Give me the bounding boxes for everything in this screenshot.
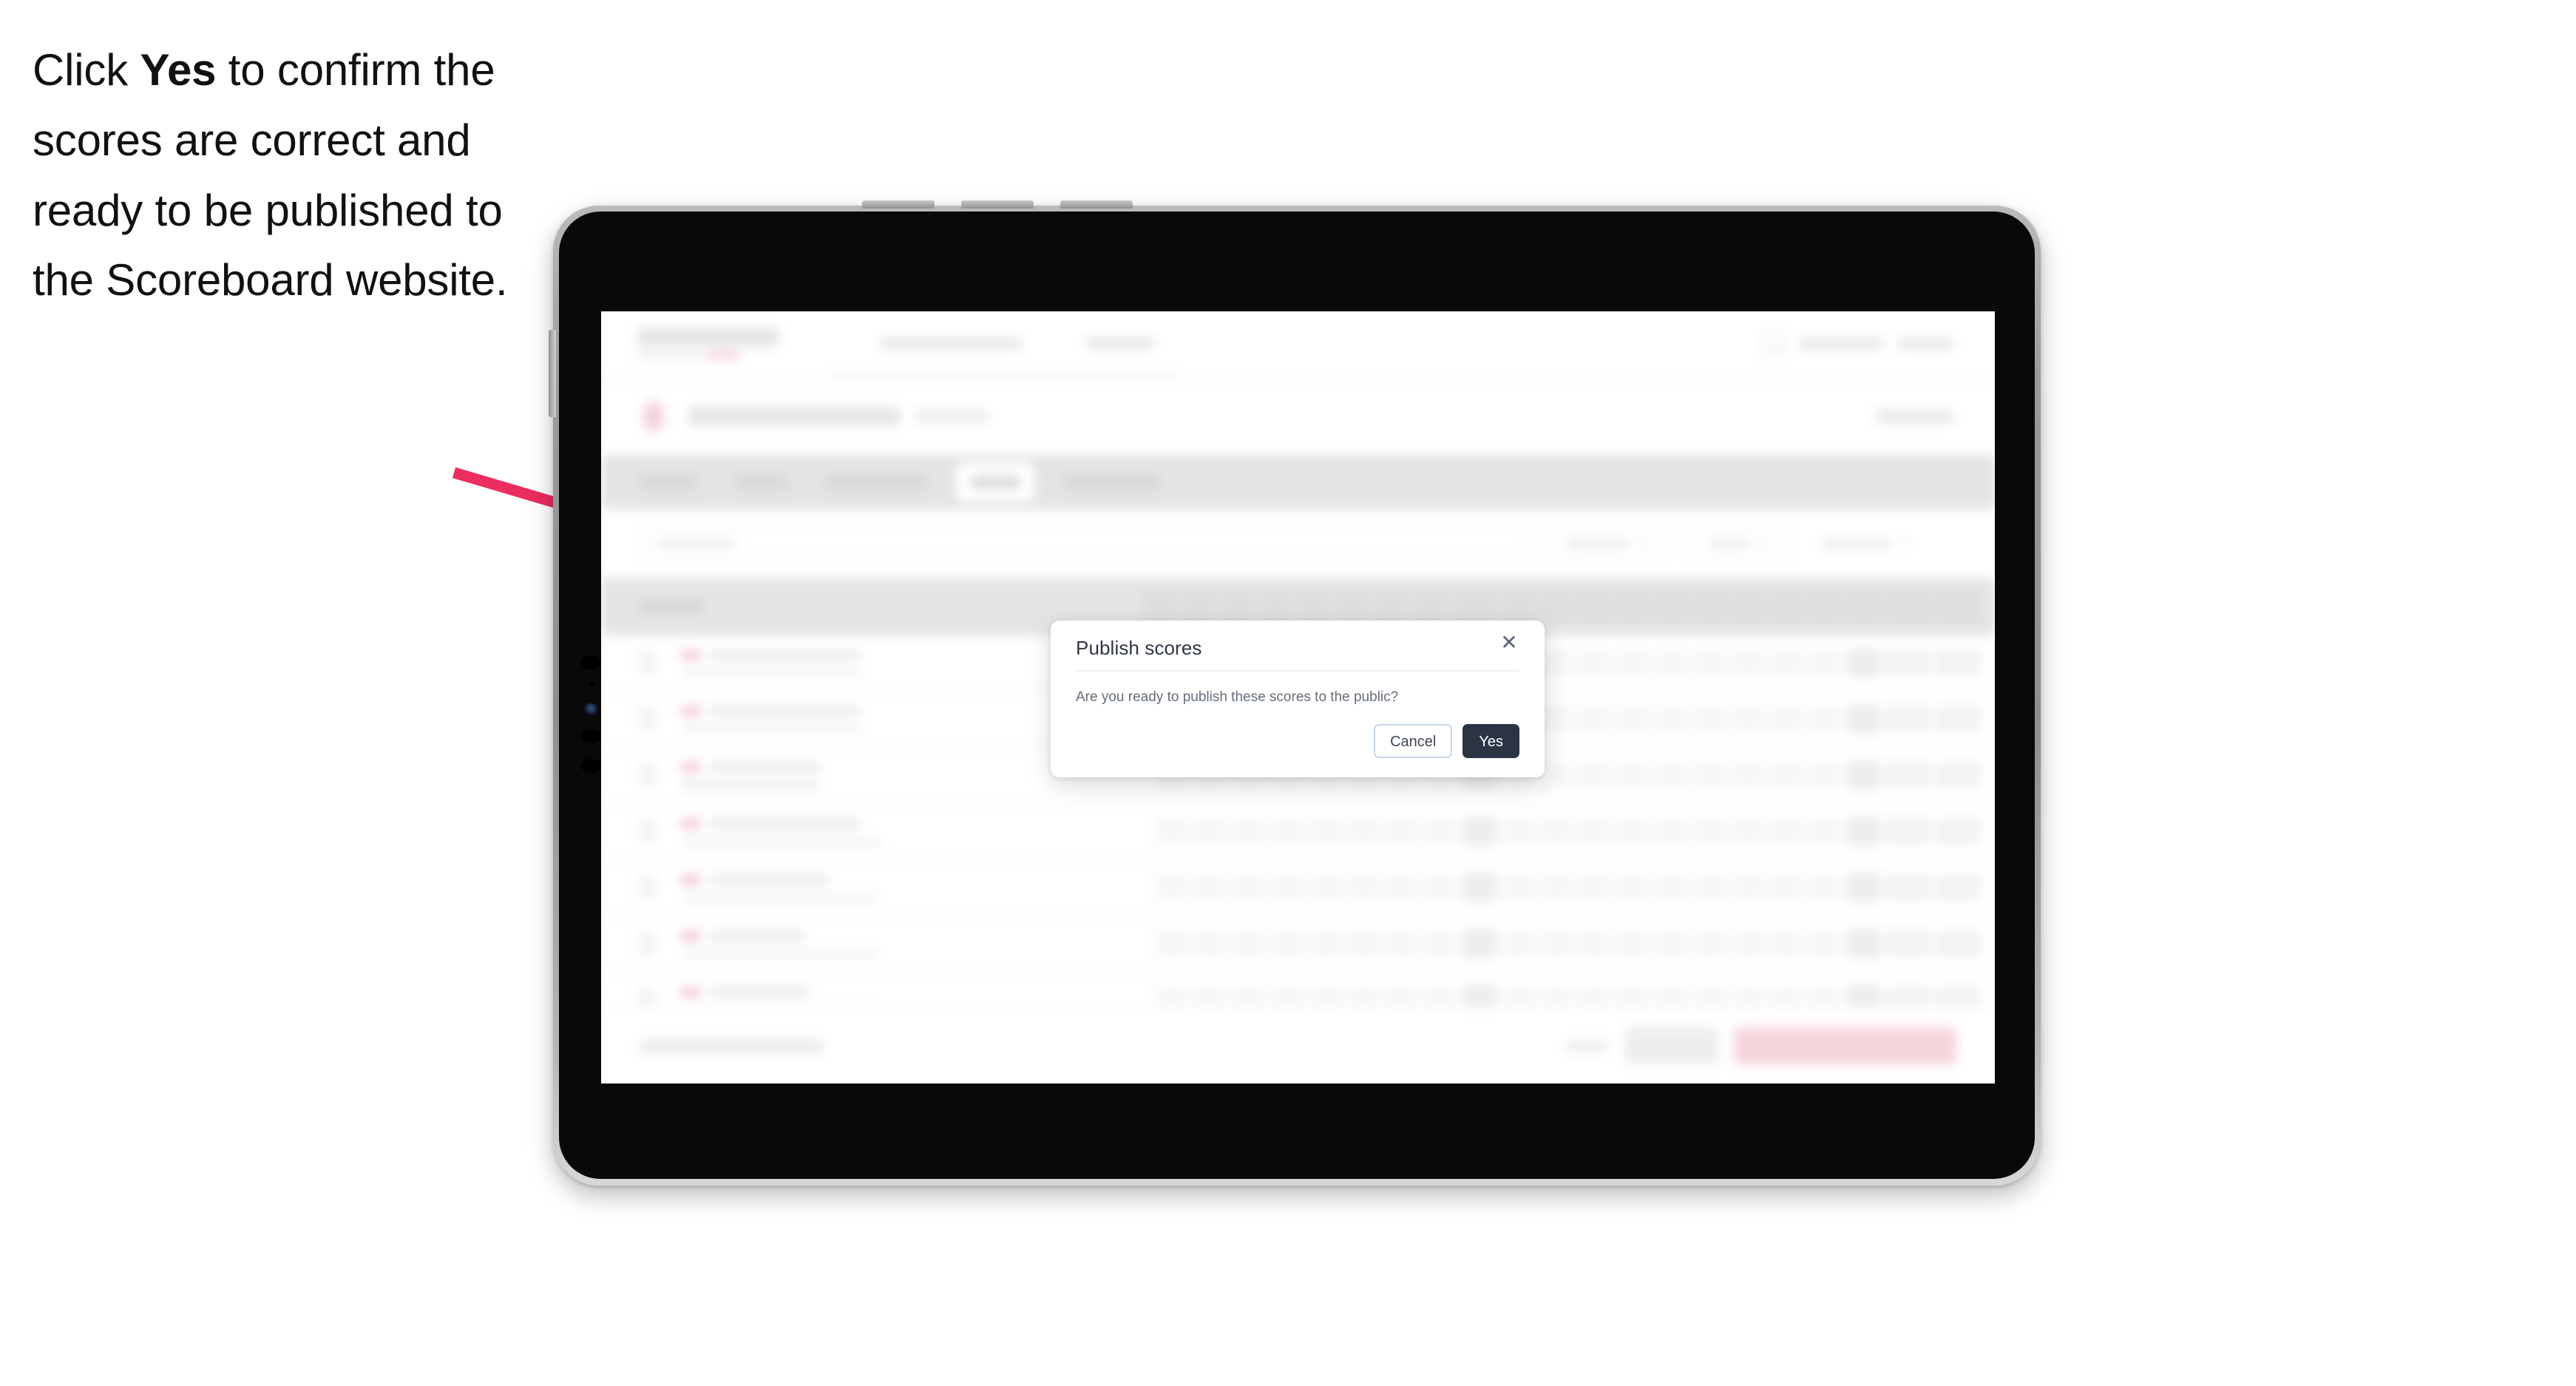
close-icon[interactable]: ✕ xyxy=(1497,631,1521,655)
caption-emphasis-yes: Yes xyxy=(140,45,217,95)
power-button[interactable] xyxy=(1060,200,1133,209)
tablet-screen: Publish scores ✕ Are you ready to publis… xyxy=(601,311,1995,1084)
dialog-actions: Cancel Yes xyxy=(1374,724,1519,758)
publish-scores-dialog: Publish scores ✕ Are you ready to publis… xyxy=(1051,621,1545,777)
cancel-button[interactable]: Cancel xyxy=(1374,724,1453,758)
dialog-header: Publish scores ✕ xyxy=(1076,621,1519,672)
yes-button[interactable]: Yes xyxy=(1462,724,1519,758)
screenshot-canvas: Click Yes to confirm the scores are corr… xyxy=(0,0,2576,1386)
speaker-grille-icon-2 xyxy=(581,759,601,773)
microphone-icon xyxy=(581,729,601,743)
caption-text-before: Click xyxy=(33,45,140,95)
front-camera-icon xyxy=(583,703,600,715)
speaker-grille-icon xyxy=(581,655,601,669)
instruction-caption: Click Yes to confirm the scores are corr… xyxy=(33,36,550,316)
volume-up-button[interactable] xyxy=(862,200,935,209)
dialog-message: Are you ready to publish these scores to… xyxy=(1076,689,1399,705)
tablet-body: Publish scores ✕ Are you ready to publis… xyxy=(559,212,2035,1179)
tablet-device: Publish scores ✕ Are you ready to publis… xyxy=(549,200,2041,1186)
ambient-sensor-icon xyxy=(589,682,594,687)
dialog-title: Publish scores xyxy=(1076,637,1202,659)
volume-down-button[interactable] xyxy=(961,200,1034,209)
side-button[interactable] xyxy=(549,330,556,417)
